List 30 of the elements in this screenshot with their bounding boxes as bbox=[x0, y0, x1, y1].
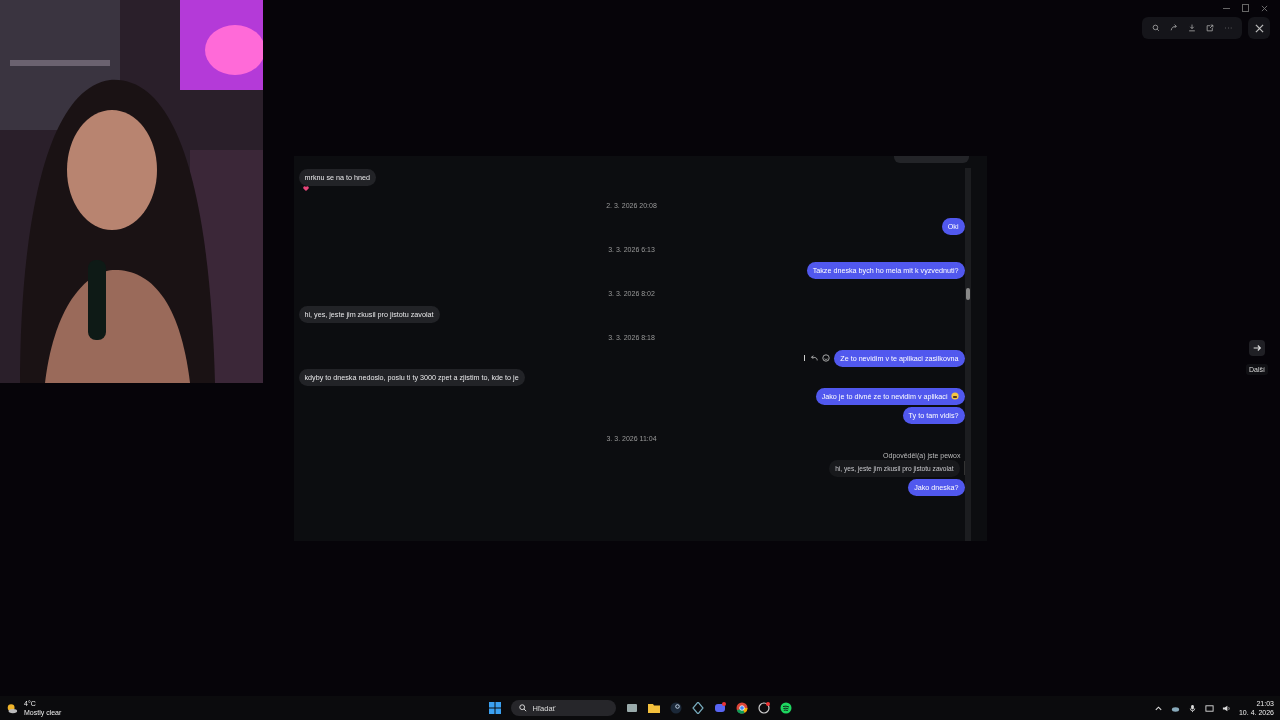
folder-icon[interactable] bbox=[647, 702, 660, 714]
more-icon[interactable] bbox=[803, 354, 807, 362]
external-link-icon[interactable] bbox=[1206, 24, 1214, 32]
zoom-icon[interactable] bbox=[1152, 24, 1160, 32]
download-icon[interactable] bbox=[1188, 24, 1196, 32]
speaker-icon[interactable] bbox=[1221, 703, 1231, 713]
reply-icon[interactable] bbox=[810, 354, 819, 362]
start-icon[interactable] bbox=[488, 702, 501, 714]
scrollbar[interactable] bbox=[964, 167, 971, 541]
moon-cloud-icon bbox=[6, 702, 18, 714]
spotify-icon[interactable] bbox=[779, 702, 792, 714]
task-view-icon[interactable] bbox=[625, 702, 638, 714]
microphone-icon[interactable] bbox=[1187, 703, 1197, 713]
monitor-icon[interactable] bbox=[1204, 703, 1214, 713]
chevron-up-icon[interactable] bbox=[1153, 703, 1163, 713]
close-button[interactable] bbox=[1248, 17, 1270, 39]
diamond-icon[interactable] bbox=[691, 702, 704, 714]
app-icon[interactable] bbox=[757, 702, 770, 714]
close-icon[interactable] bbox=[1261, 4, 1268, 12]
search-icon bbox=[518, 704, 527, 712]
emoji-icon[interactable] bbox=[822, 354, 831, 362]
minimize-icon[interactable] bbox=[1223, 7, 1230, 9]
arrow-right-icon bbox=[1252, 343, 1262, 353]
rotate-icon[interactable] bbox=[1170, 24, 1178, 32]
maximize-icon[interactable] bbox=[1242, 4, 1249, 12]
discord-icon[interactable] bbox=[713, 702, 726, 714]
close-icon bbox=[1254, 23, 1264, 33]
next-button[interactable] bbox=[1249, 340, 1265, 356]
steam-icon[interactable] bbox=[669, 702, 682, 714]
chrome-icon[interactable] bbox=[735, 702, 748, 714]
